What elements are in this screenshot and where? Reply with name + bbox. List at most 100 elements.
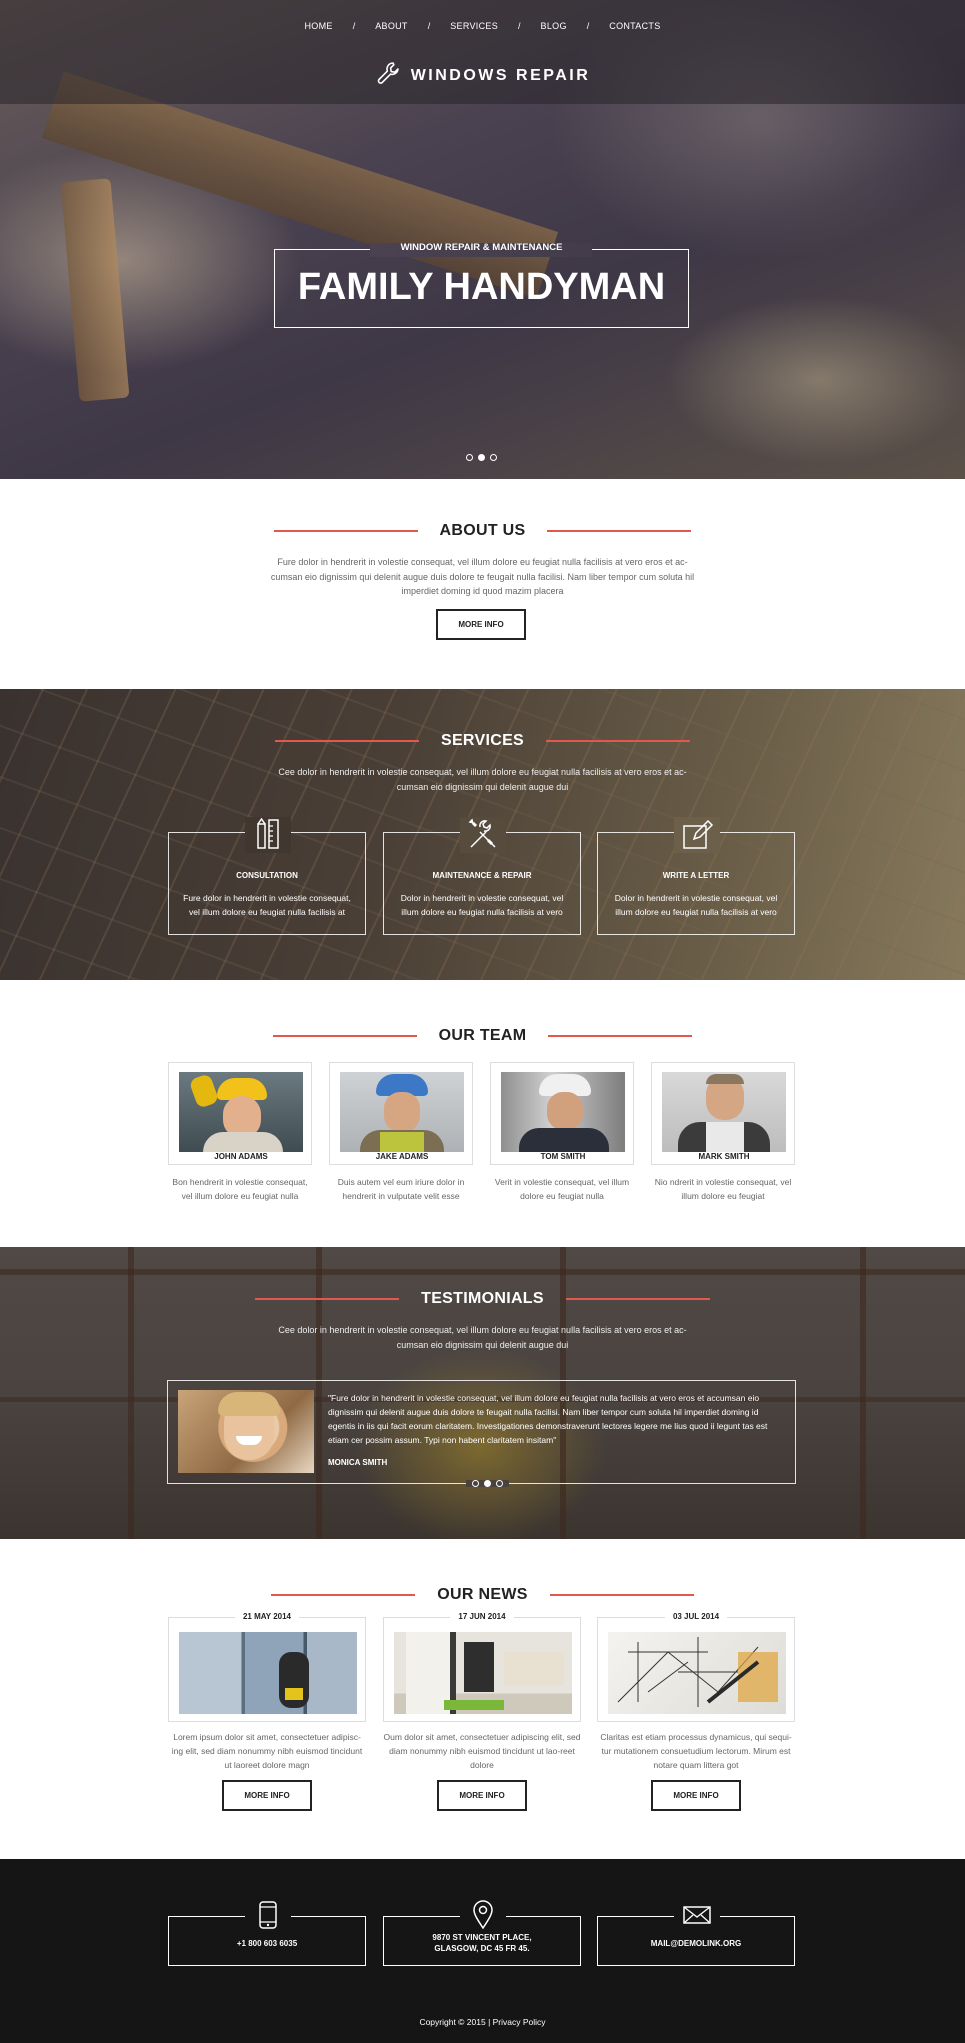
service-title: MAINTENANCE & REPAIR xyxy=(432,871,532,880)
nav-contacts[interactable]: CONTACTS xyxy=(609,21,660,31)
nav-about[interactable]: ABOUT xyxy=(375,21,408,31)
testimonials-section: TESTIMONIALS Cee dolor in hendrerit in v… xyxy=(0,1247,965,1539)
about-section: ABOUT US Fure dolor in hendrerit in vole… xyxy=(0,479,965,689)
service-title: WRITE A LETTER xyxy=(662,871,730,880)
news-more-info-button[interactable]: MORE INFO xyxy=(222,1780,312,1811)
team-photo-frame: MARK SMITH xyxy=(651,1062,795,1165)
footer-address: 9870 ST VINCENT PLACE, GLASGOW, DC 45 FR… xyxy=(384,1932,580,1954)
services-heading: SERVICES xyxy=(0,732,965,750)
envelope-icon xyxy=(674,1899,720,1931)
heading-line xyxy=(271,1594,416,1596)
news-heading: OUR NEWS xyxy=(0,1586,965,1604)
section-title: OUR TEAM xyxy=(438,1027,527,1044)
heading-line xyxy=(548,1035,693,1037)
team-member-text: Verit in volestie consequat, vel illum d… xyxy=(494,1177,630,1201)
about-text: Fure dolor in hendrerit in volestie cons… xyxy=(270,557,695,596)
service-text: Dolor in hendrerit in volestie consequat… xyxy=(400,893,564,917)
hero-slider-dots xyxy=(466,454,497,461)
service-text: Fure dolor in hendrerit in volestie cons… xyxy=(183,893,351,917)
blueprint-drawing xyxy=(617,1637,778,1707)
service-card-letter[interactable]: WRITE A LETTER Dolor in hendrerit in vol… xyxy=(597,817,795,935)
team-member-name: MARK SMITH xyxy=(698,1152,750,1161)
slider-dot[interactable] xyxy=(490,454,497,461)
nav-separator: / xyxy=(427,21,431,31)
news-image-frame: 17 JUN 2014 xyxy=(383,1612,581,1722)
section-title: ABOUT US xyxy=(439,522,526,539)
news-more-info-button[interactable]: MORE INFO xyxy=(437,1780,527,1811)
footer-email-card: MAIL@DEMOLINK.ORG xyxy=(597,1899,795,1966)
news-date: 03 JUL 2014 xyxy=(598,1612,794,1621)
slider-dot[interactable] xyxy=(472,1480,479,1487)
footer-phone-card: +1 800 603 6035 xyxy=(168,1899,366,1966)
team-photo xyxy=(179,1072,303,1152)
news-image-frame: 21 MAY 2014 xyxy=(168,1612,366,1722)
nav-separator: / xyxy=(352,21,356,31)
team-member[interactable]: MARK SMITH Nio ndrerit in volestie conse… xyxy=(651,1062,795,1203)
footer-address-line-2: GLASGOW, DC 45 FR 45. xyxy=(434,1944,530,1953)
edit-icon xyxy=(674,817,720,853)
hero-background-handle xyxy=(60,178,130,402)
site-logo[interactable]: WINDOWS REPAIR xyxy=(0,60,965,91)
nav-separator: / xyxy=(586,21,590,31)
tools-icon xyxy=(460,817,506,853)
footer-phone[interactable]: +1 800 603 6035 xyxy=(169,1938,365,1949)
slider-dot[interactable] xyxy=(466,454,473,461)
heading-line xyxy=(546,740,691,742)
team-member-text: Duis autem vel eum iriure dolor in hendr… xyxy=(337,1177,465,1201)
footer: +1 800 603 6035 9870 ST VINCENT PLACE, G… xyxy=(0,1859,965,2043)
slider-dot-active[interactable] xyxy=(478,454,485,461)
nav-separator: / xyxy=(518,21,521,31)
team-photo xyxy=(501,1072,625,1152)
services-section: SERVICES Cee dolor in hendrerit in voles… xyxy=(0,689,965,980)
heading-line xyxy=(565,1298,710,1300)
nav-home[interactable]: HOME xyxy=(305,21,333,31)
service-text: Dolor in hendrerit in volestie consequat… xyxy=(614,893,778,917)
team-member-text: Nio ndrerit in volestie consequat, vel i… xyxy=(654,1177,792,1201)
footer-email[interactable]: MAIL@DEMOLINK.ORG xyxy=(598,1938,794,1949)
news-image xyxy=(608,1632,786,1714)
heading-line xyxy=(549,1594,694,1596)
heading-line xyxy=(255,1298,400,1300)
pencil-ruler-icon xyxy=(245,817,291,853)
wrench-icon xyxy=(375,60,401,91)
team-photo xyxy=(662,1072,786,1152)
news-more-info-button[interactable]: MORE INFO xyxy=(651,1780,741,1811)
nav-services[interactable]: SERVICES xyxy=(450,21,498,31)
slider-dot[interactable] xyxy=(496,1480,503,1487)
news-text: Lorem ipsum dolor sit amet, consectetuer… xyxy=(171,1732,363,1770)
section-title: OUR NEWS xyxy=(437,1586,528,1603)
testimonials-heading: TESTIMONIALS xyxy=(0,1290,965,1308)
team-member-name: JAKE ADAMS xyxy=(375,1152,429,1161)
team-photo-frame: JAKE ADAMS xyxy=(329,1062,473,1165)
news-section: OUR NEWS 21 MAY 2014 Lorem ipsum dolor s… xyxy=(0,1539,965,1859)
news-date: 17 JUN 2014 xyxy=(384,1612,580,1621)
team-photo-frame: JOHN ADAMS xyxy=(168,1062,312,1165)
testimonial-photo xyxy=(178,1390,314,1473)
team-member[interactable]: TOM SMITH Verit in volestie consequat, v… xyxy=(490,1062,634,1203)
team-member-text: Bon hendrerit in volestie consequat, vel… xyxy=(172,1177,308,1201)
main-nav: HOME / ABOUT / SERVICES / BLOG / CONTACT… xyxy=(0,21,965,31)
team-member-name: TOM SMITH xyxy=(540,1152,586,1161)
section-title: TESTIMONIALS xyxy=(421,1290,544,1307)
service-card-maintenance[interactable]: MAINTENANCE & REPAIR Dolor in hendrerit … xyxy=(383,817,581,935)
hero-section: HOME / ABOUT / SERVICES / BLOG / CONTACT… xyxy=(0,0,965,479)
about-heading: ABOUT US xyxy=(0,522,965,540)
heading-line xyxy=(274,740,419,742)
testimonial-author: MONICA SMITH xyxy=(328,1458,388,1467)
team-photo xyxy=(340,1072,464,1152)
nav-blog[interactable]: BLOG xyxy=(541,21,567,31)
footer-address-card: 9870 ST VINCENT PLACE, GLASGOW, DC 45 FR… xyxy=(383,1899,581,1966)
team-member-name: JOHN ADAMS xyxy=(214,1152,268,1161)
testimonial-quote: "Fure dolor in hendrerit in volestie con… xyxy=(328,1393,768,1445)
testimonial-slider-dots xyxy=(466,1480,509,1487)
team-member[interactable]: JAKE ADAMS Duis autem vel eum iriure dol… xyxy=(329,1062,473,1203)
testimonial-card: "Fure dolor in hendrerit in volestie con… xyxy=(167,1380,796,1484)
news-image xyxy=(179,1632,357,1714)
map-pin-icon xyxy=(460,1899,506,1931)
footer-address-line-1: 9870 ST VINCENT PLACE, xyxy=(432,1933,532,1942)
about-more-info-button[interactable]: MORE INFO xyxy=(436,609,526,640)
copyright[interactable]: Copyright © 2015 | Privacy Policy xyxy=(0,2017,965,2027)
team-member[interactable]: JOHN ADAMS Bon hendrerit in volestie con… xyxy=(168,1062,312,1203)
service-card-consultation[interactable]: CONSULTATION Fure dolor in hendrerit in … xyxy=(168,817,366,935)
slider-dot-active[interactable] xyxy=(484,1480,491,1487)
